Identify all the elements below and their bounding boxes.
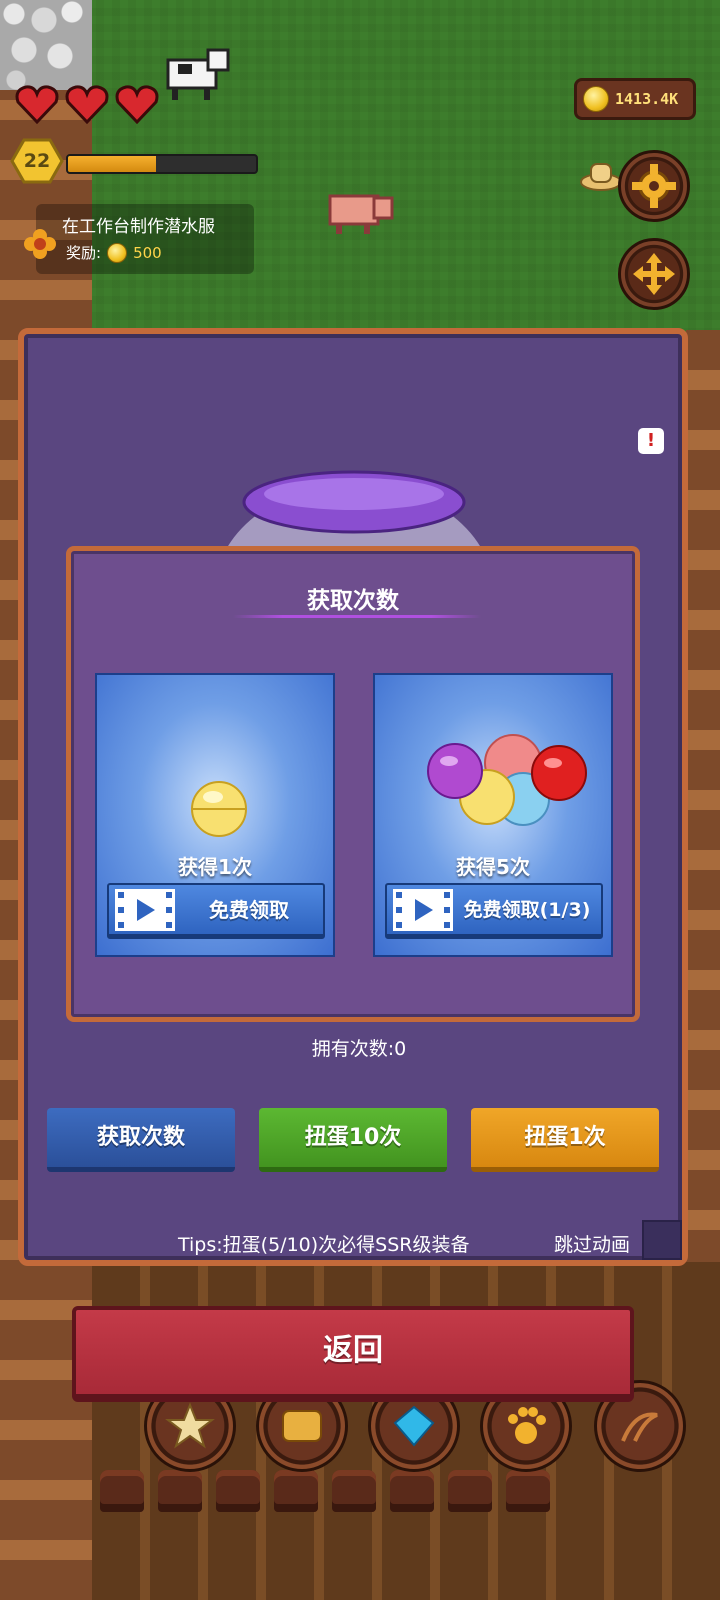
free-claim-button-5[interactable]: 免费领取(1/3) xyxy=(385,883,603,939)
quest-tracker[interactable]: 在工作台制作潜水服 奖励: 500 xyxy=(24,204,254,274)
quest-reward: 奖励: 500 xyxy=(66,242,162,263)
get-count-popup: 获取次数 获得1次 免费领取 获得5次 免费领取(1/3) xyxy=(66,546,640,1022)
flower-icon xyxy=(20,224,60,264)
coin-icon xyxy=(583,86,609,112)
heart-icon xyxy=(114,84,160,125)
tree-stump xyxy=(506,1470,550,1512)
map-icon xyxy=(282,1410,322,1442)
straw-hat-icon[interactable] xyxy=(580,156,622,192)
free-claim-label-5: 免费领取(1/3) xyxy=(463,899,591,921)
yellow-capsule-icon xyxy=(191,781,247,837)
heart-icon xyxy=(14,84,60,125)
pig-sprite[interactable] xyxy=(324,186,396,238)
video-icon xyxy=(115,889,175,931)
quest-reward-label: 奖励: xyxy=(66,244,102,262)
reward-card-5: 获得5次 免费领取(1/3) xyxy=(373,673,613,957)
coin-balance[interactable]: 1413.4K xyxy=(574,78,696,120)
background-stones xyxy=(0,0,92,90)
tree-stump xyxy=(390,1470,434,1512)
level-number: 22 xyxy=(23,150,51,172)
tree-stump xyxy=(332,1470,376,1512)
reward-card-1-label: 获得1次 xyxy=(178,855,252,879)
tree-stump xyxy=(158,1470,202,1512)
title-divider xyxy=(233,615,481,618)
settings-button[interactable] xyxy=(618,150,690,222)
back-button[interactable]: 返回 xyxy=(72,1306,634,1402)
capsule-pile-icon xyxy=(427,734,587,826)
gear-icon xyxy=(632,164,676,208)
heart-icon xyxy=(64,84,110,125)
move-arrows-icon xyxy=(633,253,675,295)
tree-stump xyxy=(216,1470,260,1512)
free-claim-button-1[interactable]: 免费领取 xyxy=(107,883,325,939)
coin-balance-value: 1413.4K xyxy=(615,90,679,108)
tree-stump xyxy=(274,1470,318,1512)
skip-animation-label: 跳过动画 xyxy=(554,1234,631,1256)
cow-sprite[interactable] xyxy=(160,44,232,104)
tips-text: Tips:扭蛋(5/10)次必得SSR级装备 xyxy=(178,1234,470,1256)
free-claim-label-1: 免费领取 xyxy=(209,898,289,922)
owned-count: 拥有次数:0 xyxy=(311,1038,407,1060)
quest-reward-value: 500 xyxy=(133,243,162,262)
xp-progress-bar xyxy=(66,154,258,174)
paw-icon xyxy=(508,1407,546,1444)
reward-card-1: 获得1次 免费领取 xyxy=(95,673,335,957)
move-button[interactable] xyxy=(618,238,690,310)
tree-stump xyxy=(100,1470,144,1512)
alert-icon[interactable]: ! xyxy=(638,428,664,454)
health-hearts xyxy=(14,84,160,125)
popup-title: 获取次数 xyxy=(307,588,399,614)
level-badge: 22 xyxy=(10,138,64,184)
video-icon xyxy=(393,889,453,931)
skip-animation-checkbox[interactable] xyxy=(642,1220,682,1260)
coin-icon xyxy=(107,242,128,263)
reward-card-5-label: 获得5次 xyxy=(456,855,530,879)
background-farm-plots-right xyxy=(686,330,720,1330)
get-count-button[interactable]: 获取次数 xyxy=(47,1108,235,1172)
xp-progress-fill xyxy=(68,156,157,172)
whip-icon xyxy=(621,1412,658,1442)
star-icon xyxy=(165,1402,215,1449)
quest-title: 在工作台制作潜水服 xyxy=(62,217,215,237)
spin-1-button[interactable]: 扭蛋1次 xyxy=(471,1108,659,1172)
gem-icon xyxy=(393,1405,435,1447)
tree-stump xyxy=(448,1470,492,1512)
spin-10-button[interactable]: 扭蛋10次 xyxy=(259,1108,447,1172)
